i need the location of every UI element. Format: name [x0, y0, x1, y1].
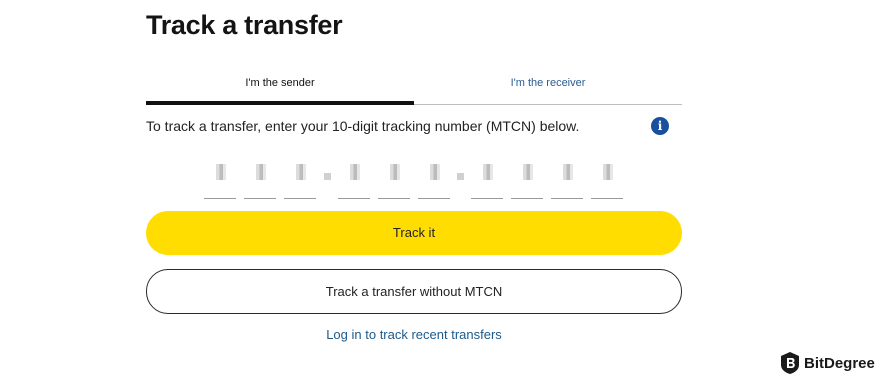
- page-title: Track a transfer: [146, 10, 343, 40]
- mtcn-digit-1[interactable]: [204, 156, 236, 199]
- obscured-digit: [256, 164, 266, 180]
- mtcn-digit-8[interactable]: [511, 156, 543, 199]
- obscured-digit: [563, 164, 573, 180]
- tab-receiver[interactable]: I'm the receiver: [414, 72, 682, 104]
- bitdegree-logo-icon: [781, 352, 799, 374]
- mtcn-digit-5[interactable]: [378, 156, 410, 199]
- role-tabs: I'm the sender I'm the receiver: [146, 72, 682, 105]
- obscured-digit: [603, 164, 613, 180]
- tab-sender[interactable]: I'm the sender: [146, 72, 414, 105]
- mtcn-digit-9[interactable]: [551, 156, 583, 199]
- mtcn-digit-6[interactable]: [418, 156, 450, 199]
- login-track-link[interactable]: Log in to track recent transfers: [146, 327, 682, 342]
- obscured-digit: [523, 164, 533, 180]
- mtcn-digit-4[interactable]: [338, 156, 370, 199]
- bitdegree-watermark: BitDegree: [780, 350, 875, 376]
- mtcn-separator: [324, 173, 331, 180]
- obscured-digit: [483, 164, 493, 180]
- obscured-digit: [296, 164, 306, 180]
- instructions-text: To track a transfer, enter your 10-digit…: [146, 118, 580, 134]
- obscured-digit: [350, 164, 360, 180]
- obscured-digit: [430, 164, 440, 180]
- track-transfer-page: Track a transfer I'm the sender I'm the …: [0, 0, 880, 382]
- mtcn-digit-7[interactable]: [471, 156, 503, 199]
- track-without-mtcn-button[interactable]: Track a transfer without MTCN: [146, 269, 682, 314]
- mtcn-digit-3[interactable]: [284, 156, 316, 199]
- watermark-text: BitDegree: [804, 354, 875, 372]
- mtcn-digit-10[interactable]: [591, 156, 623, 199]
- mtcn-digit-2[interactable]: [244, 156, 276, 199]
- track-it-button[interactable]: Track it: [146, 211, 682, 255]
- obscured-digit: [390, 164, 400, 180]
- info-icon[interactable]: i: [651, 117, 669, 135]
- mtcn-separator: [457, 173, 464, 180]
- obscured-digit: [216, 164, 226, 180]
- mtcn-input-group: [146, 156, 682, 202]
